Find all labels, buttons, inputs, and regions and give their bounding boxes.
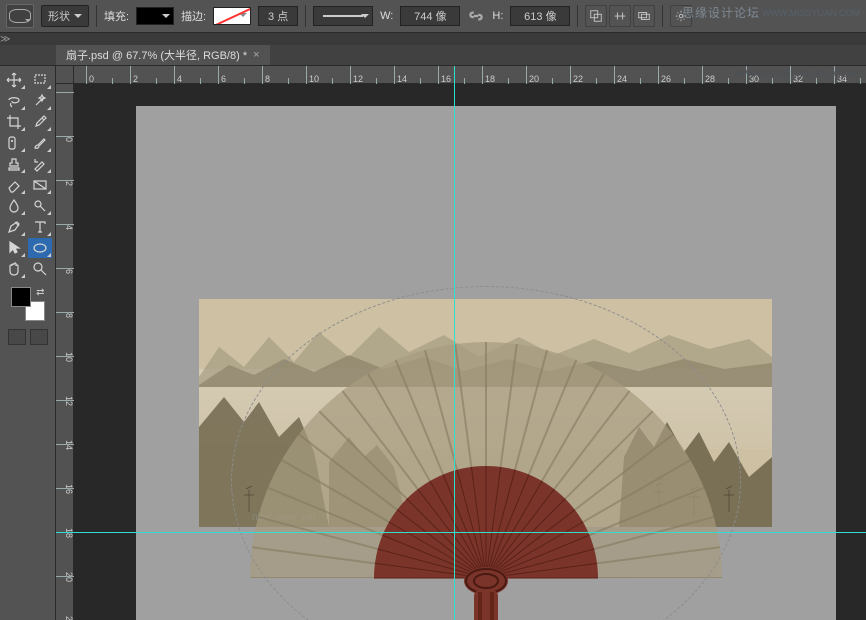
ruler-tick: 8 (56, 268, 74, 318)
type-tool-icon[interactable] (28, 217, 52, 237)
ruler-vertical[interactable]: 0246810121416182022 (56, 84, 74, 620)
work-row: ⇄ 024681012141618202224262830323436 0246… (0, 66, 866, 620)
path-arrange-button[interactable] (633, 5, 655, 27)
shape-tool-icon[interactable] (28, 238, 52, 258)
dodge-tool-icon[interactable] (28, 196, 52, 216)
ruler-tick: 12 (56, 356, 74, 406)
width-input[interactable] (400, 6, 460, 26)
ruler-tick: 6 (56, 224, 74, 274)
quickmask-screenmode (2, 329, 53, 345)
stroke-width-input[interactable] (258, 6, 298, 26)
ruler-corner[interactable] (56, 66, 74, 84)
h-label: H: (492, 10, 503, 22)
ruler-tick: 2 (130, 66, 180, 84)
ruler-tick: 6 (218, 66, 268, 84)
document-tab-title: 扇子.psd @ 67.7% (大半径, RGB/8) * (66, 47, 247, 63)
gradient-tool-icon[interactable] (28, 175, 52, 195)
eraser-tool-icon[interactable] (2, 175, 26, 195)
toolbox: ⇄ (0, 66, 56, 620)
ruler-tick: 26 (658, 66, 708, 84)
pen-tool-icon[interactable] (2, 217, 26, 237)
options-bar: 形状 填充: 描边: W: H: 思缘设计论坛 WWW.MISSYUAN.COM (0, 0, 866, 33)
ruler-tick: 24 (614, 66, 664, 84)
document-tab[interactable]: 扇子.psd @ 67.7% (大半径, RGB/8) * × (56, 45, 270, 65)
path-select-tool-icon[interactable] (2, 238, 26, 258)
foreground-color[interactable] (11, 287, 31, 307)
watermark-url-canvas: WWW.MISSYUAN.COM (729, 66, 866, 83)
ruler-tick: 16 (438, 66, 488, 84)
shape-tool-preset-icon[interactable] (6, 4, 34, 28)
eyedropper-tool-icon[interactable] (28, 112, 52, 132)
canvas-paper[interactable]: nipic.com/ son (136, 106, 836, 620)
crop-tool-icon[interactable] (2, 112, 26, 132)
separator (577, 5, 578, 27)
ruler-tick: 8 (262, 66, 312, 84)
document-tabs: 扇子.psd @ 67.7% (大半径, RGB/8) * × (0, 45, 866, 66)
ruler-tick: 0 (86, 66, 136, 84)
hand-tool-icon[interactable] (2, 259, 26, 279)
w-label: W: (380, 10, 393, 22)
close-icon[interactable]: × (253, 49, 259, 61)
swap-colors-icon[interactable]: ⇄ (36, 287, 44, 298)
separator (662, 5, 663, 27)
select-tool-icon[interactable] (28, 70, 52, 90)
ruler-tick: 22 (56, 576, 74, 620)
height-input[interactable] (510, 6, 570, 26)
lasso-tool-icon[interactable] (2, 91, 26, 111)
ruler-tick: 14 (56, 400, 74, 450)
ruler-tick: 10 (56, 312, 74, 362)
history-brush-tool-icon[interactable] (28, 154, 52, 174)
shape-mode-label: 形状 (48, 8, 70, 24)
watermark-url: WWW.MISSYUAN.COM (762, 8, 860, 18)
canvas-area: 024681012141618202224262830323436 024681… (56, 66, 866, 620)
ruler-tick: 10 (306, 66, 356, 84)
ruler-tick: 20 (526, 66, 576, 84)
ruler-tick: 20 (56, 532, 74, 582)
ruler-tick: 4 (174, 66, 224, 84)
path-combine-button[interactable] (585, 5, 607, 27)
ruler-tick: 18 (482, 66, 532, 84)
ruler-tick: 14 (394, 66, 444, 84)
ruler-tick: 12 (350, 66, 400, 84)
stroke-swatch[interactable] (213, 7, 251, 25)
separator (96, 5, 97, 27)
ruler-tick: 4 (56, 180, 74, 230)
ruler-tick: 2 (56, 136, 74, 186)
zoom-tool-icon[interactable] (28, 259, 52, 279)
ruler-tick: 22 (570, 66, 620, 84)
heal-tool-icon[interactable] (2, 133, 26, 153)
quickmask-button[interactable] (8, 329, 26, 345)
shape-mode-dropdown[interactable]: 形状 (41, 5, 89, 27)
guide-horizontal[interactable] (56, 532, 866, 533)
ruler-tick: 16 (56, 444, 74, 494)
color-swatches[interactable]: ⇄ (11, 287, 45, 321)
stroke-label: 描边: (181, 8, 206, 24)
ruler-tick: 0 (56, 92, 74, 142)
watermark: 思缘设计论坛 WWW.MISSYUAN.COM (682, 4, 860, 21)
stroke-style-dropdown[interactable] (313, 6, 373, 26)
watermark-text: 思缘设计论坛 (682, 4, 760, 21)
move-tool-icon[interactable] (2, 70, 26, 90)
blur-tool-icon[interactable] (2, 196, 26, 216)
separator (305, 5, 306, 27)
link-wh-icon[interactable] (467, 7, 485, 25)
path-align-button[interactable] (609, 5, 631, 27)
tab-scroll[interactable]: ≫ (0, 33, 866, 45)
fill-swatch[interactable] (136, 7, 174, 25)
brush-tool-icon[interactable] (28, 133, 52, 153)
path-ops (585, 5, 655, 27)
stamp-tool-icon[interactable] (2, 154, 26, 174)
guide-vertical[interactable] (454, 66, 455, 620)
screenmode-button[interactable] (30, 329, 48, 345)
ruler-tick: 18 (56, 488, 74, 538)
fill-label: 填充: (104, 8, 129, 24)
wand-tool-icon[interactable] (28, 91, 52, 111)
